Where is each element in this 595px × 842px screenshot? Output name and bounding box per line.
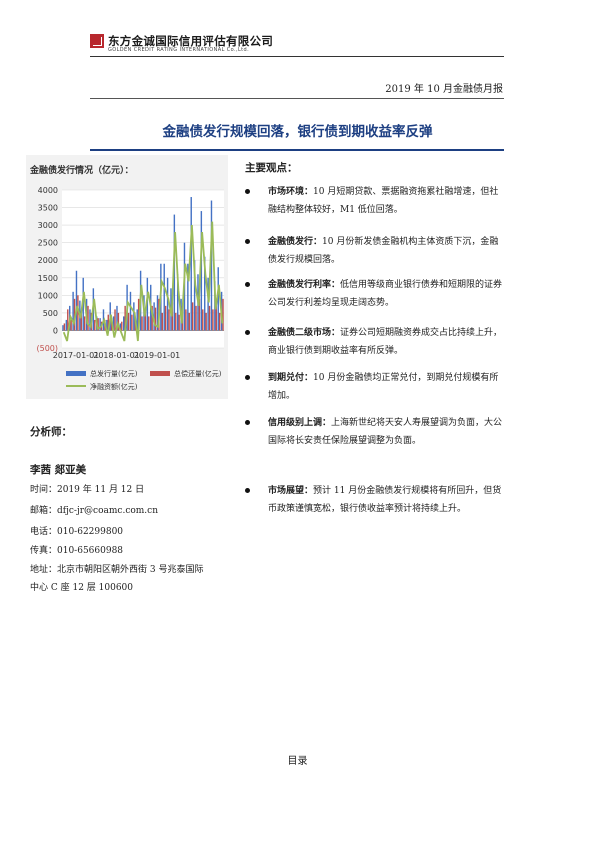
repayment-bar <box>212 309 214 331</box>
repayment-bar <box>131 314 133 331</box>
legend-label-repayment: 总偿还量(亿元) <box>174 369 222 378</box>
report-date: 时间：2019 年 11 月 12 日 <box>30 485 145 495</box>
bullet-icon <box>245 420 250 425</box>
contact-phone: 电话：010-62299800 <box>30 527 124 537</box>
repayment-bar <box>121 321 123 331</box>
y-tick-label: 3500 <box>38 204 58 213</box>
issuance-bar <box>99 318 101 331</box>
y-tick-label: 1500 <box>38 274 58 283</box>
contact-address-line1: 地址：北京市朝阳区朝外西街 3 号兆泰国际 <box>30 565 204 575</box>
issuance-chart: 40003500300025002000150010005000(500)201… <box>36 186 224 391</box>
y-tick-label: 3000 <box>38 221 58 230</box>
issuance-bar <box>190 197 192 331</box>
analyst-names: 李茜 郯亚美 <box>30 464 87 476</box>
summary-item-label: 到期兑付： <box>268 373 314 383</box>
summary-item-label: 金融债发行： <box>268 237 323 247</box>
legend-swatch-issuance <box>66 371 86 376</box>
repayment-bar <box>94 319 96 331</box>
repayment-bar <box>83 316 86 331</box>
repayment-bar <box>161 312 163 331</box>
repayment-bar <box>202 309 204 331</box>
issuance-bar <box>166 277 169 331</box>
y-tick-label: 0 <box>53 326 58 335</box>
repayment-bar <box>114 309 116 331</box>
repayment-bar <box>70 319 72 331</box>
y-tick-label: 2500 <box>38 239 58 248</box>
issuance-bar <box>65 319 68 331</box>
issuance-bar <box>75 270 78 331</box>
legend-swatch-repayment <box>150 371 170 376</box>
contact-address-line2: 中心 C 座 12 层 100600 <box>30 583 133 593</box>
repayment-bar <box>127 312 130 331</box>
report-title: 金融债发行规模回落，银行债到期收益率反弹 <box>162 124 433 140</box>
summary-item-label: 金融债二级市场： <box>268 328 341 338</box>
x-tick-label: 2019-01-01 <box>134 351 181 360</box>
bullet-icon <box>245 375 250 380</box>
issuance-bar <box>62 325 64 331</box>
repayment-bar <box>195 305 197 331</box>
repayment-bar <box>185 309 187 331</box>
legend-label-issuance: 总发行量(亿元) <box>90 369 138 378</box>
company-name-en: GOLDEN CREDIT RATING INTERNATIONAL Co.,L… <box>108 47 250 53</box>
repayment-bar <box>148 316 150 331</box>
bullet-icon <box>245 330 250 335</box>
summary-item-label: 市场展望： <box>268 486 314 496</box>
repayment-bar <box>191 302 194 331</box>
repayment-bar <box>208 305 211 331</box>
summary-item-label: 金融债发行利率： <box>268 280 341 290</box>
report-name: 2019 年 10 月金融债月报 <box>385 84 503 95</box>
contact-fax: 传真：010-65660988 <box>30 546 124 556</box>
contact-email: 邮箱：dfjc-jr@coamc.com.cn <box>30 506 159 516</box>
contents-link[interactable]: 目录 <box>0 752 595 767</box>
repayment-bar <box>218 312 221 331</box>
title-divider-bottom <box>90 149 504 151</box>
bullet-icon <box>245 189 250 194</box>
title-divider-top <box>90 98 504 99</box>
repayment-bar <box>141 316 143 331</box>
issuance-bar <box>129 291 132 331</box>
repayment-bar <box>188 312 190 331</box>
repayment-bar <box>63 323 66 331</box>
bullet-icon <box>245 239 250 244</box>
chart-title: 金融债发行情况（亿元）： <box>30 166 134 176</box>
summary-item-label: 市场环境： <box>268 187 314 197</box>
issuance-bar <box>123 316 125 331</box>
repayment-bar <box>222 298 224 331</box>
analyst-heading: 分析师： <box>30 426 72 438</box>
legend-label-net-financing: 净融资额(亿元) <box>90 382 138 391</box>
y-tick-label: 4000 <box>38 186 58 195</box>
bullet-icon <box>245 282 250 287</box>
repayment-bar <box>168 309 170 331</box>
repayment-bar <box>205 312 207 331</box>
header-divider <box>90 56 504 57</box>
y-tick-label: 1000 <box>38 291 58 300</box>
summary-item-label: 信用级别上调： <box>268 418 332 428</box>
company-logo-icon <box>90 34 104 48</box>
y-tick-label: 500 <box>43 309 58 318</box>
repayment-bar <box>164 305 167 331</box>
repayment-bar <box>178 314 180 331</box>
repayment-bar <box>154 307 157 331</box>
y-tick-label: 2000 <box>38 256 58 265</box>
bullet-icon <box>245 488 250 493</box>
repayment-bar <box>175 312 177 331</box>
issuance-bar <box>163 263 165 331</box>
summary-heading: 主要观点： <box>245 162 298 174</box>
